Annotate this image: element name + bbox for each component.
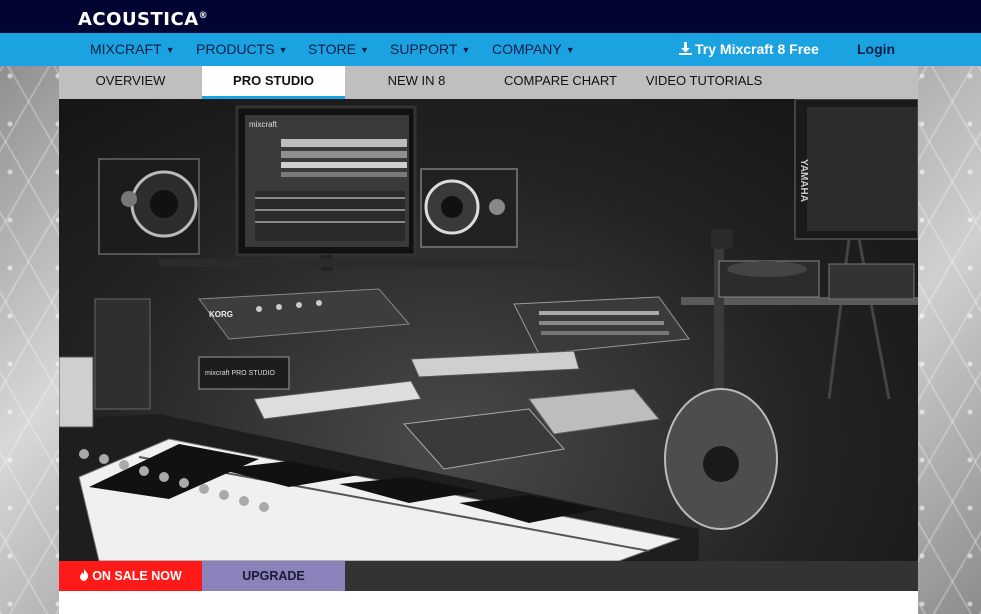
- keyboard-brand: KORG: [209, 310, 233, 319]
- tab-pro-studio[interactable]: PRO STUDIO: [202, 66, 345, 99]
- mixcraft-product-box: mixcraft PRO STUDIO: [198, 356, 290, 390]
- try-free-link[interactable]: Try Mixcraft 8 Free: [679, 33, 819, 66]
- tab-overview[interactable]: OVERVIEW: [59, 66, 202, 99]
- nav-item-mixcraft[interactable]: MIXCRAFT ▼: [90, 33, 174, 66]
- korg-controller: KORG: [198, 288, 411, 340]
- chevron-down-icon: ▼: [165, 45, 175, 55]
- promo-bar: ON SALE NOW UPGRADE: [59, 561, 918, 591]
- chevron-down-icon: ▼: [565, 45, 575, 55]
- nav-item-products[interactable]: PRODUCTS ▼: [196, 33, 287, 66]
- nav-label: COMPANY: [492, 41, 562, 57]
- flame-icon: [80, 569, 89, 581]
- right-studio-monitor: [420, 168, 518, 248]
- side-controller: [59, 356, 94, 428]
- mini-keyboard: [253, 350, 580, 420]
- nav-label: PRODUCTS: [196, 41, 275, 57]
- top-header: ACOUSTICA®: [0, 0, 981, 33]
- box-label: mixcraft PRO STUDIO: [205, 370, 276, 377]
- nav-item-support[interactable]: SUPPORT ▼: [390, 33, 470, 66]
- tab-video-tutorials[interactable]: VIDEO TUTORIALS: [633, 66, 775, 99]
- nav-label: MIXCRAFT: [90, 41, 162, 57]
- chevron-down-icon: ▼: [359, 45, 369, 55]
- speaker-brand: YAMAHA: [798, 159, 809, 202]
- hero-studio-image: mixcraft YAMAHA KORG mixcraft PRO STUDIO: [59, 99, 918, 561]
- upgrade-button[interactable]: UPGRADE: [202, 561, 345, 591]
- product-subnav: OVERVIEW PRO STUDIO NEW IN 8 COMPARE CHA…: [59, 66, 918, 99]
- screen-label: mixcraft: [249, 120, 278, 129]
- acoustica-logo[interactable]: ACOUSTICA®: [78, 9, 208, 30]
- chevron-down-icon: ▼: [278, 45, 288, 55]
- desk-shelf: [159, 259, 579, 267]
- download-icon: [679, 42, 692, 55]
- tab-new-in-8[interactable]: NEW IN 8: [345, 66, 488, 99]
- drum-pad-controller: [402, 388, 660, 470]
- nav-label: STORE: [308, 41, 356, 57]
- akai-controller: [94, 298, 151, 410]
- main-nav: MIXCRAFT ▼ PRODUCTS ▼ STORE ▼ SUPPORT ▼ COMP…: [0, 33, 981, 66]
- left-studio-monitor: [98, 158, 200, 255]
- logo-text: ACOUSTICA: [78, 9, 199, 30]
- turntable: [718, 260, 915, 300]
- login-link[interactable]: Login: [857, 33, 895, 66]
- tab-compare-chart[interactable]: COMPARE CHART: [488, 66, 633, 99]
- nav-item-company[interactable]: COMPANY ▼: [492, 33, 575, 66]
- chevron-down-icon: ▼: [461, 45, 471, 55]
- page-content: [59, 591, 918, 614]
- nav-label: SUPPORT: [390, 41, 458, 57]
- try-free-label: Try Mixcraft 8 Free: [695, 41, 819, 57]
- main-keyboard: [59, 414, 699, 561]
- studio-illustration: mixcraft YAMAHA KORG mixcraft PRO STUDIO: [59, 99, 918, 561]
- nav-item-store[interactable]: STORE ▼: [308, 33, 369, 66]
- on-sale-label: ON SALE NOW: [92, 569, 182, 583]
- mixing-console: [513, 296, 690, 355]
- yamaha-speaker: YAMAHA: [794, 99, 918, 400]
- registered-mark: ®: [198, 11, 209, 21]
- on-sale-button[interactable]: ON SALE NOW: [59, 561, 202, 591]
- daw-monitor: mixcraft: [235, 105, 417, 271]
